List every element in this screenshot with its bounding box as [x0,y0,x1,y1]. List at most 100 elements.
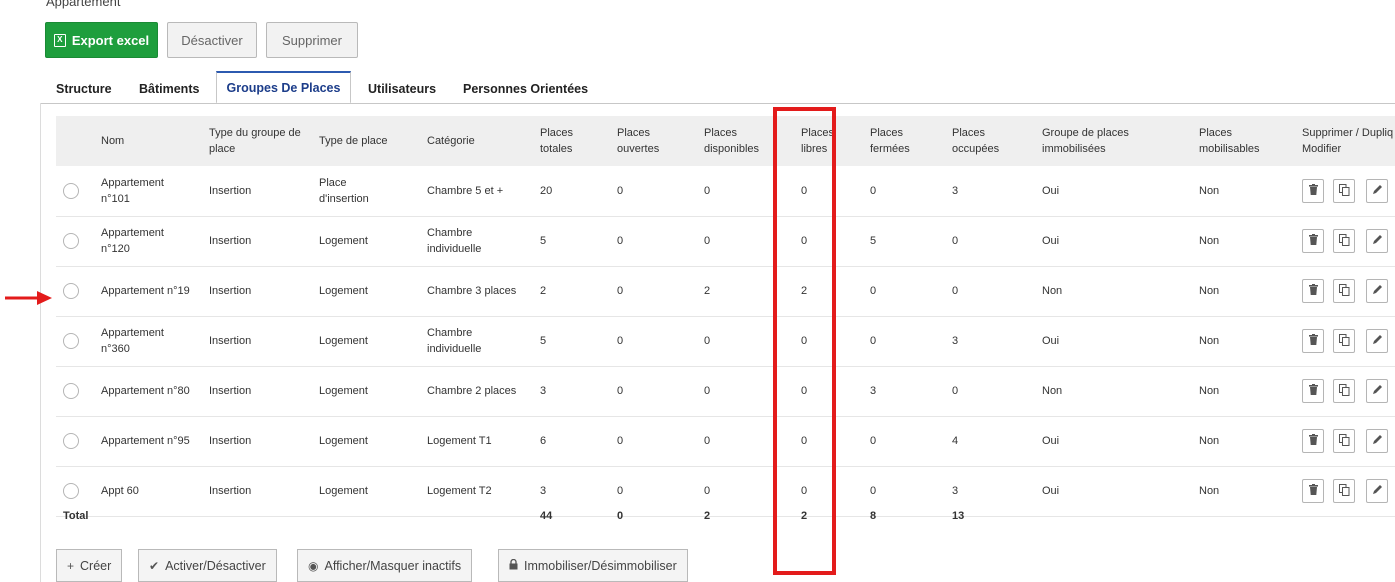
plus-icon: + [67,558,75,573]
tab-personnes-orientees[interactable]: Personnes Orientées [463,82,588,96]
edit-row-button[interactable] [1366,179,1388,203]
pencil-icon [1372,434,1383,448]
total-fermees: 8 [870,510,877,522]
row-radio[interactable] [63,383,79,399]
edit-row-button[interactable] [1366,329,1388,353]
edit-row-button[interactable] [1366,379,1388,403]
column-header-type-groupe: Type du groupe de place [209,125,301,157]
cell-immobilisees: Non [1042,285,1063,297]
row-radio[interactable] [63,483,79,499]
pencil-icon [1372,284,1383,298]
column-header-totales: Places totales [540,125,573,157]
breadcrumb: Appartement [46,0,121,9]
check-icon: ✔ [149,558,160,573]
cell-immobilisees: Oui [1042,485,1060,497]
arrow-right-icon [5,291,52,305]
cell-type-place: Logement [319,333,368,349]
cell-line: Logement [319,435,368,447]
cell-type-place: Logement [319,483,368,499]
cell-fermees: 0 [870,335,877,347]
tab-batiments[interactable]: Bâtiments [139,82,199,96]
edit-row-button[interactable] [1366,279,1388,303]
trash-icon [1308,434,1318,448]
delete-row-button[interactable] [1302,479,1324,503]
duplicate-row-button[interactable] [1333,429,1355,453]
cell-line: n°101 [101,193,130,205]
delete-row-button[interactable] [1302,229,1324,253]
create-button[interactable]: + Créer [56,549,123,582]
edit-row-button[interactable] [1366,429,1388,453]
show-hide-inactive-button[interactable]: ◉ Afficher/Masquer inactifs [297,549,473,582]
duplicate-row-button[interactable] [1333,179,1355,203]
activate-deactivate-button[interactable]: ✔ Activer/Désactiver [138,549,277,582]
edit-row-button[interactable] [1366,229,1388,253]
cell-line: Logement [319,285,368,297]
column-header-mobilisables: Places mobilisables [1199,125,1260,157]
column-header-nom: Nom [101,133,124,149]
cell-line: individuelle [427,343,482,355]
cell-disponibles: 0 [704,485,711,497]
cell-disponibles: 0 [704,385,711,397]
trash-icon [1308,334,1318,348]
row-radio[interactable] [63,433,79,449]
column-header-line: Groupe de places [1042,127,1129,139]
panel-border [40,103,41,582]
cell-totales: 2 [540,285,547,297]
cell-line: Chambre [427,327,473,339]
cell-totales: 5 [540,235,547,247]
column-header-line: Modifier [1302,143,1342,155]
deactivate-button[interactable]: Désactiver [167,22,257,58]
duplicate-row-button[interactable] [1333,379,1355,403]
totals-label: Total [63,510,89,522]
delete-button[interactable]: Supprimer [266,22,358,58]
cell-disponibles: 2 [704,285,711,297]
row-radio[interactable] [63,283,79,299]
cell-occupees: 0 [952,385,959,397]
cell-occupees: 3 [952,185,959,197]
pencil-icon [1372,334,1383,348]
row-radio[interactable] [63,333,79,349]
column-header-line: Places [617,127,651,139]
tab-utilisateurs[interactable]: Utilisateurs [368,82,436,96]
delete-row-button[interactable] [1302,429,1324,453]
cell-nom: Appartement n°19 [101,283,190,299]
total-ouvertes: 0 [617,510,624,522]
tab-groupes-de-places[interactable]: Groupes De Places [216,71,351,104]
delete-row-button[interactable] [1302,179,1324,203]
export-excel-label: Export excel [71,32,150,48]
row-radio[interactable] [63,183,79,199]
copy-icon [1338,333,1350,349]
row-radio[interactable] [63,233,79,249]
duplicate-row-button[interactable] [1333,479,1355,503]
cell-line: Chambre 2 places [427,385,517,397]
row-divider [56,266,1395,267]
cell-totales: 6 [540,435,547,447]
delete-row-button[interactable] [1302,379,1324,403]
column-header-fermees: Places fermées [870,125,910,157]
cell-nom: Appartement n°360 [101,325,164,357]
column-header-line: disponibles [704,143,760,155]
cell-line: Logement [319,235,368,247]
cell-line: Logement T2 [427,485,492,497]
immobilize-button[interactable]: Immobiliser/Désimmobiliser [498,549,688,582]
duplicate-row-button[interactable] [1333,329,1355,353]
create-label: Créer [80,558,112,573]
column-header-ouvertes: Places ouvertes [617,125,659,157]
cell-totales: 3 [540,485,547,497]
trash-icon [1308,384,1318,398]
delete-row-button[interactable] [1302,279,1324,303]
column-header-line: fermées [870,143,910,155]
pencil-icon [1372,384,1383,398]
cell-line: Logement [319,335,368,347]
export-excel-button[interactable]: X Export excel [45,22,158,58]
edit-row-button[interactable] [1366,479,1388,503]
tab-structure[interactable]: Structure [56,82,112,96]
column-header-line: Type du groupe de [209,127,301,139]
cell-nom: Appartement n°120 [101,225,164,257]
cell-type-place: Logement [319,283,368,299]
cell-mobilisables: Non [1199,285,1220,297]
delete-row-button[interactable] [1302,329,1324,353]
cell-mobilisables: Non [1199,435,1220,447]
duplicate-row-button[interactable] [1333,229,1355,253]
duplicate-row-button[interactable] [1333,279,1355,303]
